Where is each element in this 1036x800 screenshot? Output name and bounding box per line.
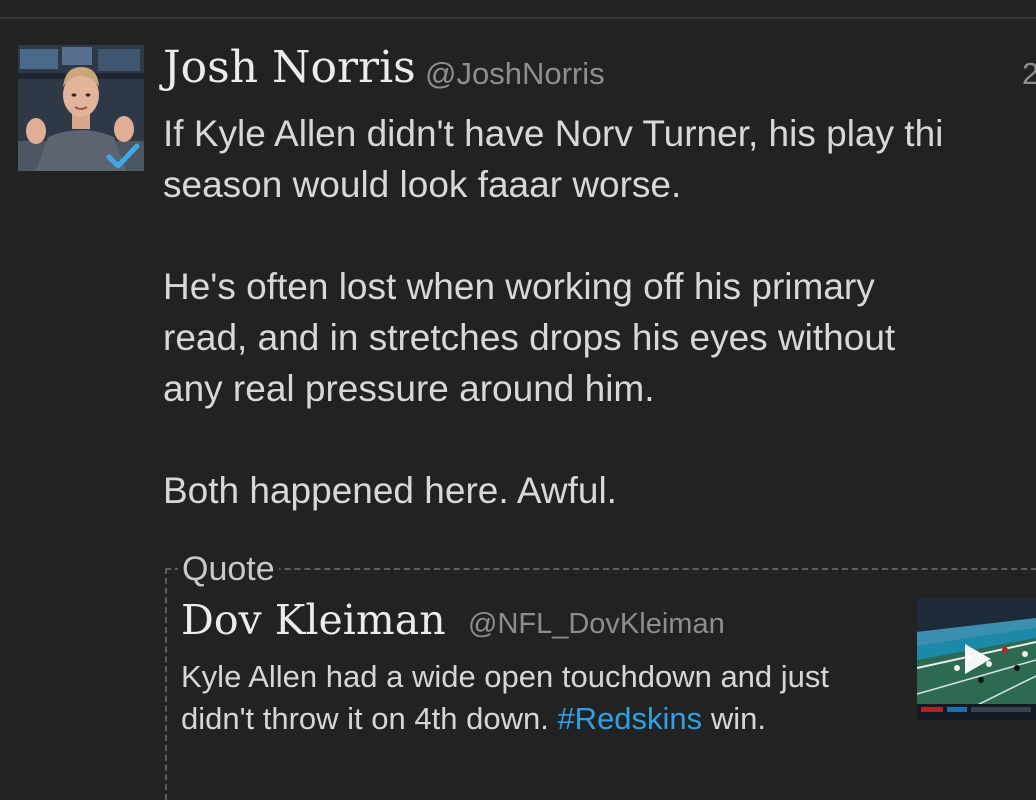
quote-line-text: didn't throw it on 4th down. (181, 701, 549, 736)
tweet-line (163, 414, 1036, 465)
verified-check-icon (106, 143, 140, 169)
author-handle[interactable]: @JoshNorris (425, 56, 605, 92)
tweet-text: If Kyle Allen didn't have Norv Turner, h… (163, 108, 1036, 516)
tweet-line: He's often lost when working off his pri… (163, 266, 875, 307)
hashtag-link[interactable]: #Redskins (557, 701, 702, 736)
tweet-line: read, and in stretches drops his eyes wi… (163, 317, 896, 358)
quote-line-text: Kyle Allen had a wide open touchdown and… (181, 659, 830, 694)
tweet-line: If Kyle Allen didn't have Norv Turner, h… (163, 113, 944, 154)
avatar[interactable] (18, 45, 144, 171)
quote-author-handle[interactable]: @NFL_DovKleiman (468, 608, 725, 641)
tweet-line: season would look faaar worse. (163, 164, 682, 205)
play-icon (965, 644, 991, 674)
tweet: Josh Norris @JoshNorris 2 If Kyle Allen … (0, 0, 1036, 800)
video-thumbnail[interactable] (917, 598, 1036, 720)
tweet-line: Both happened here. Awful. (163, 470, 617, 511)
tweet-line (163, 210, 1036, 261)
quote-line: Kyle Allen had a wide open touchdown and… (181, 656, 901, 698)
quote-author-name[interactable]: Dov Kleiman (181, 596, 446, 644)
quote-text: Kyle Allen had a wide open touchdown and… (181, 656, 901, 740)
author-name[interactable]: Josh Norris (163, 42, 416, 93)
quote-line: didn't throw it on 4th down. #Redskins w… (181, 698, 901, 740)
quote-line-text: win. (710, 701, 766, 736)
tweet-timestamp: 2 (1022, 56, 1036, 91)
quote-label: Quote (178, 550, 279, 589)
tweet-line: any real pressure around him. (163, 368, 655, 409)
